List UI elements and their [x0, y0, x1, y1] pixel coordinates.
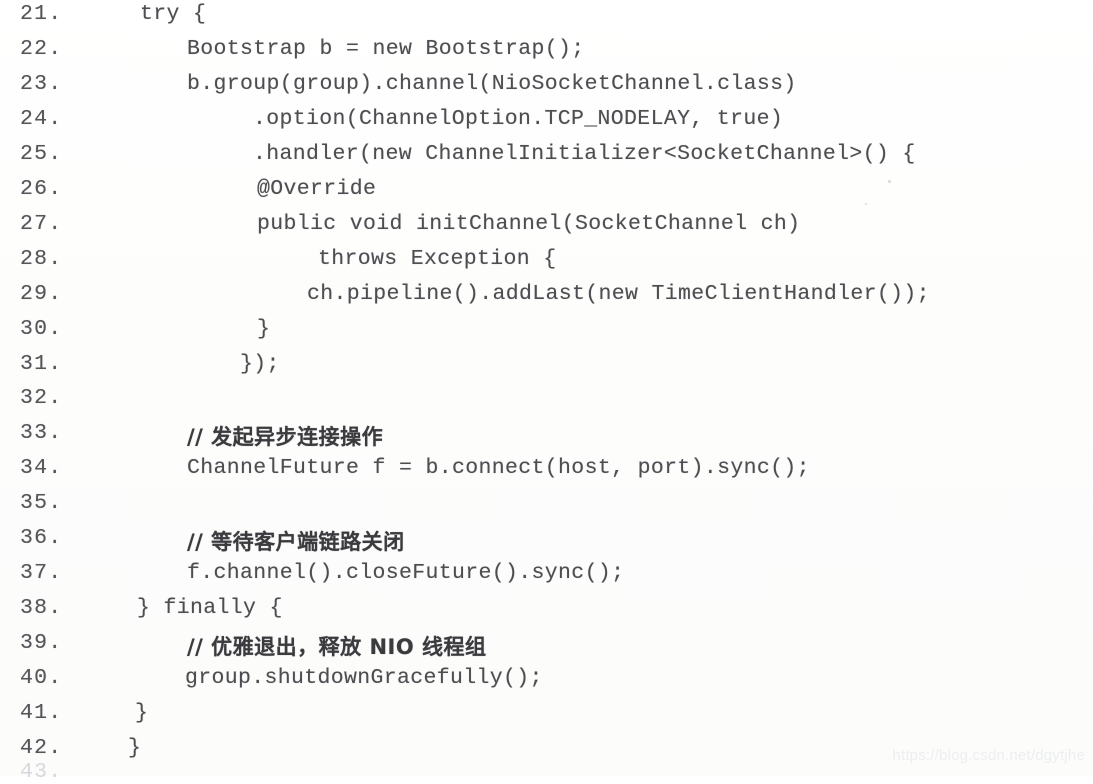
code-text: group.shutdownGracefully();: [185, 666, 543, 691]
code-line: 38. } finally {: [0, 596, 1093, 631]
cutoff-line-number: 43.: [20, 760, 63, 784]
line-number: 26.: [20, 176, 63, 201]
code-text: throws Exception {: [318, 246, 557, 271]
line-number: 32.: [20, 386, 63, 411]
code-line: 24. .option(ChannelOption.TCP_NODELAY, tr…: [0, 107, 1093, 142]
code-listing: 21. try { 22. Bootstrap b = new Bootstrap()…: [0, 0, 1093, 776]
code-line: 26. @Override: [0, 177, 1093, 212]
line-number: 21.: [20, 2, 63, 26]
scan-speck: [888, 180, 891, 183]
code-text: public void initChannel(SocketChannel ch…: [257, 211, 801, 236]
code-text: @Override: [257, 176, 377, 201]
watermark-url: https://blog.csdn.net/dgytjhe: [892, 747, 1085, 764]
code-text: try {: [140, 2, 207, 26]
code-comment-text: // 等待客户端链路关闭: [187, 530, 405, 555]
code-line: 23. b.group(group).channel(NioSocketChann…: [0, 72, 1093, 107]
line-number: 36.: [20, 526, 63, 551]
code-text: .handler(new ChannelInitializer<SocketCh…: [253, 141, 916, 166]
code-line: 33. // 发起异步连接操作: [0, 421, 1093, 456]
code-line: 32.: [0, 386, 1093, 421]
code-line: 39. // 优雅退出，释放 NIO 线程组: [0, 631, 1093, 666]
code-line: 21. try {: [0, 2, 1093, 37]
line-number: 33.: [20, 421, 63, 446]
line-number: 35.: [20, 491, 63, 516]
code-text: b.group(group).channel(NioSocketChannel.…: [187, 71, 797, 96]
line-number: 28.: [20, 246, 63, 271]
code-text: }: [135, 701, 149, 725]
code-text: }: [257, 316, 271, 341]
code-line: 35.: [0, 491, 1093, 526]
code-line: 31.});: [0, 352, 1093, 387]
code-comment-text: // 发起异步连接操作: [187, 425, 384, 450]
code-line: 34. ChannelFuture f = b.connect(host, por…: [0, 456, 1093, 491]
code-comment-text: // 优雅退出，释放 NIO 线程组: [187, 635, 487, 660]
code-line: 28. throws Exception {: [0, 247, 1093, 282]
code-text: } finally {: [137, 596, 283, 621]
line-number: 38.: [20, 596, 63, 621]
line-number: 31.: [20, 351, 63, 376]
code-line: 25. .handler(new ChannelInitializer<Socke…: [0, 142, 1093, 177]
line-number: 30.: [20, 316, 63, 341]
code-line: 22. Bootstrap b = new Bootstrap();: [0, 37, 1093, 72]
code-line: 36. // 等待客户端链路关闭: [0, 526, 1093, 561]
code-text: ch.pipeline().addLast(new TimeClientHand…: [307, 281, 930, 306]
line-number: 23.: [20, 71, 63, 96]
line-number: 27.: [20, 211, 63, 236]
line-number: 39.: [20, 631, 63, 656]
code-line: 40. group.shutdownGracefully();: [0, 666, 1093, 701]
line-number: 37.: [20, 561, 63, 586]
line-number: 29.: [20, 281, 63, 306]
code-line: 27. public void initChannel(SocketChannel…: [0, 212, 1093, 247]
code-line: 41.}: [0, 701, 1093, 736]
line-number: 42.: [20, 735, 63, 760]
code-line: 37. f.channel().closeFuture().sync();: [0, 561, 1093, 596]
line-number: 41.: [20, 701, 63, 725]
code-text: .option(ChannelOption.TCP_NODELAY, true): [253, 106, 784, 131]
scan-speck: [865, 203, 867, 205]
code-text: }: [128, 735, 142, 760]
code-line: 29. ch.pipeline().addLast(new TimeClientH…: [0, 282, 1093, 317]
line-number: 25.: [20, 141, 63, 166]
code-text: });: [240, 351, 280, 376]
code-text: ChannelFuture f = b.connect(host, port).…: [187, 456, 810, 481]
line-number: 40.: [20, 666, 63, 691]
line-number: 34.: [20, 456, 63, 481]
code-text: f.channel().closeFuture().sync();: [187, 561, 625, 586]
line-number: 22.: [20, 36, 63, 61]
line-number: 24.: [20, 106, 63, 131]
code-text: Bootstrap b = new Bootstrap();: [187, 36, 585, 61]
code-line: 30.}: [0, 317, 1093, 352]
